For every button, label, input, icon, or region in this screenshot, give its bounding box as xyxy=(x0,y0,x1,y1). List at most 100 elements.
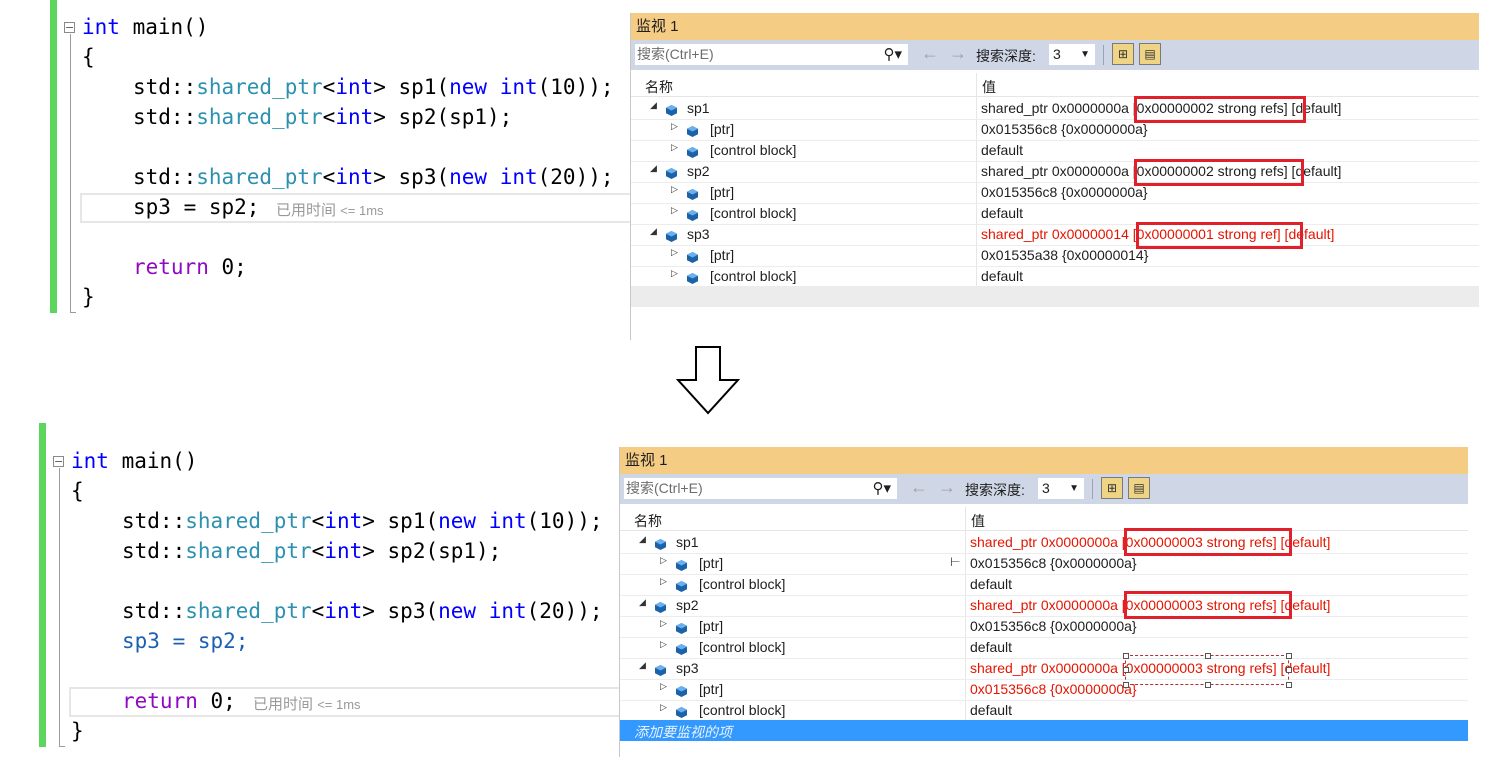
watch-item-name: sp1 xyxy=(687,100,710,116)
watch-variable-row[interactable]: ◢ sp2 shared_ptr 0x0000000a [0x00000003 st… xyxy=(620,595,1468,617)
fold-toggle-icon[interactable]: − xyxy=(64,22,75,33)
watch-child-row[interactable]: ▷ [ptr] 0x015356c8 {0x0000000a} xyxy=(631,119,1479,141)
watch-child-row[interactable]: ▷ [ptr] 0x015356c8 {0x0000000a} xyxy=(631,182,1479,204)
code-line-7: sp3 = sp2; xyxy=(122,629,249,653)
watch-child-row[interactable]: ▷ [control block] default xyxy=(631,140,1479,162)
watch-child-row[interactable]: ▷ [ptr] 0x015356c8 {0x0000000a} xyxy=(620,616,1468,638)
watch-title: 监视 1 xyxy=(631,13,1479,40)
expand-arrow-icon[interactable]: ▷ xyxy=(660,681,667,692)
watch-item-name: [control block] xyxy=(699,639,786,655)
watch-child-row[interactable]: ▷ [control block] default xyxy=(631,266,1479,288)
variable-cube-icon xyxy=(687,124,698,137)
selection-handle[interactable] xyxy=(1286,682,1292,688)
watch-child-row[interactable]: ▷ [control block] default xyxy=(620,574,1468,596)
collapse-arrow-icon[interactable]: ◢ xyxy=(639,660,646,671)
watch-item-name: [ptr] xyxy=(710,184,735,200)
watch-variable-row[interactable]: ◢ sp2 shared_ptr 0x0000000a [0x00000002 st… xyxy=(631,161,1479,183)
watch-item-name: [ptr] xyxy=(699,618,724,634)
variable-cube-icon xyxy=(655,663,666,676)
selection-handle[interactable] xyxy=(1286,653,1292,659)
collapse-arrow-icon[interactable]: ◢ xyxy=(650,163,657,174)
selection-handle[interactable] xyxy=(1205,682,1211,688)
watch-item-name: sp3 xyxy=(676,660,699,676)
filter-pin-button[interactable]: ⊞ xyxy=(1101,477,1123,499)
expand-arrow-icon[interactable]: ▷ xyxy=(671,142,678,153)
elapsed-time-hint: 已用时间 <= 1ms xyxy=(276,202,384,219)
expand-arrow-icon[interactable]: ▷ xyxy=(671,268,678,279)
variable-cube-icon xyxy=(676,642,687,655)
column-value-header[interactable]: 值 xyxy=(982,77,996,97)
selection-handle[interactable] xyxy=(1286,667,1292,673)
watch-child-row[interactable]: ▷ [control block] default xyxy=(620,700,1468,722)
watch-item-value: 0x015356c8 {0x0000000a} xyxy=(970,681,1137,697)
expand-arrow-icon[interactable]: ▷ xyxy=(660,555,667,566)
empty-watch-row[interactable] xyxy=(631,286,1479,307)
watch-variable-row[interactable]: ◢ sp3 shared_ptr 0x00000014 [0x00000001 st… xyxy=(631,224,1479,246)
expand-arrow-icon[interactable]: ▷ xyxy=(660,639,667,650)
collapse-arrow-icon[interactable]: ◢ xyxy=(639,534,646,545)
collapse-arrow-icon[interactable]: ◢ xyxy=(650,100,657,111)
selection-handle[interactable] xyxy=(1123,667,1129,673)
code-line-2: { xyxy=(71,479,84,503)
search-icon[interactable]: ⚲▾ xyxy=(883,44,902,65)
back-arrow-icon[interactable]: ← xyxy=(921,43,939,64)
filter-pin-button[interactable]: ⊞ xyxy=(1112,43,1134,65)
tab-format-button[interactable]: ▤ xyxy=(1128,477,1150,499)
collapse-arrow-icon[interactable]: ◢ xyxy=(650,226,657,237)
variable-cube-icon xyxy=(687,208,698,221)
forward-arrow-icon[interactable]: → xyxy=(949,43,967,64)
variable-cube-icon xyxy=(687,271,698,284)
watch-variable-row[interactable]: ◢ sp1 shared_ptr 0x0000000a [0x00000002 st… xyxy=(631,98,1479,120)
variable-cube-icon xyxy=(687,250,698,263)
watch-item-value: default xyxy=(981,205,1024,221)
column-value-header[interactable]: 值 xyxy=(971,511,985,531)
watch-child-row[interactable]: ▷ [ptr] 0x015356c8 {0x0000000a} xyxy=(620,679,1468,701)
back-arrow-icon[interactable]: ← xyxy=(910,477,928,498)
forward-arrow-icon[interactable]: → xyxy=(938,477,956,498)
watch-child-row[interactable]: ▷ [control block] default xyxy=(631,203,1479,225)
code-line-10: } xyxy=(71,719,84,743)
selection-handle[interactable] xyxy=(1205,653,1211,659)
code-line-1: int main() xyxy=(82,15,209,39)
add-watch-item-row[interactable]: 添加要监视的项 xyxy=(620,720,1468,741)
fold-guide-end xyxy=(59,746,65,747)
search-icon[interactable]: ⚲▾ xyxy=(872,478,891,499)
expand-arrow-icon[interactable]: ▷ xyxy=(671,121,678,132)
selection-handle[interactable] xyxy=(1123,682,1129,688)
column-name-header[interactable]: 名称 xyxy=(634,511,662,531)
expand-arrow-icon[interactable]: ▷ xyxy=(671,184,678,195)
collapse-arrow-icon[interactable]: ◢ xyxy=(639,597,646,608)
search-depth-select[interactable]: 3 ▼ xyxy=(1037,477,1085,500)
variable-cube-icon xyxy=(655,600,666,613)
search-input[interactable]: 搜索(Ctrl+E) ⚲▾ xyxy=(634,43,909,66)
tab-format-button[interactable]: ▤ xyxy=(1139,43,1161,65)
strong-refs-highlight xyxy=(1124,591,1292,619)
column-name-header[interactable]: 名称 xyxy=(645,77,673,97)
watch-child-row[interactable]: ▷ [ptr] 0x01535a38 {0x00000014} xyxy=(631,245,1479,267)
expand-arrow-icon[interactable]: ▷ xyxy=(671,247,678,258)
variable-cube-icon xyxy=(666,166,677,179)
watch-variable-row[interactable]: ◢ sp3 shared_ptr 0x0000000a [0x00000003 st… xyxy=(620,658,1468,680)
watch-child-row[interactable]: ▷ [ptr] 0x015356c8 {0x0000000a} xyxy=(620,553,1468,575)
expand-arrow-icon[interactable]: ▷ xyxy=(660,618,667,629)
search-depth-label: 搜索深度: xyxy=(976,48,1036,64)
pin-icon[interactable]: ⊢ xyxy=(950,555,960,569)
watch-toolbar: 搜索(Ctrl+E) ⚲▾ ← → 搜索深度: 3 ▼ ⊞ ▤ xyxy=(631,40,1479,70)
top-watch-window: 监视 1 搜索(Ctrl+E) ⚲▾ ← → 搜索深度: 3 ▼ ⊞ ▤ 名称 值 … xyxy=(630,13,1479,340)
expand-arrow-icon[interactable]: ▷ xyxy=(671,205,678,216)
watch-column-header: 名称 值 xyxy=(631,73,1479,97)
selection-handle[interactable] xyxy=(1123,653,1129,659)
expand-arrow-icon[interactable]: ▷ xyxy=(660,702,667,713)
strong-refs-highlight xyxy=(1124,528,1292,556)
watch-item-name: [control block] xyxy=(699,576,786,592)
watch-variable-row[interactable]: ◢ sp1 shared_ptr 0x0000000a [0x00000003 st… xyxy=(620,532,1468,554)
watch-item-name: sp3 xyxy=(687,226,710,242)
fold-toggle-icon[interactable]: − xyxy=(53,456,64,467)
variable-cube-icon xyxy=(666,229,677,242)
search-depth-select[interactable]: 3 ▼ xyxy=(1048,43,1096,66)
search-input[interactable]: 搜索(Ctrl+E) ⚲▾ xyxy=(623,477,898,500)
variable-cube-icon xyxy=(676,705,687,718)
watch-item-name: [ptr] xyxy=(710,247,735,263)
expand-arrow-icon[interactable]: ▷ xyxy=(660,576,667,587)
watch-child-row[interactable]: ▷ [control block] default xyxy=(620,637,1468,659)
